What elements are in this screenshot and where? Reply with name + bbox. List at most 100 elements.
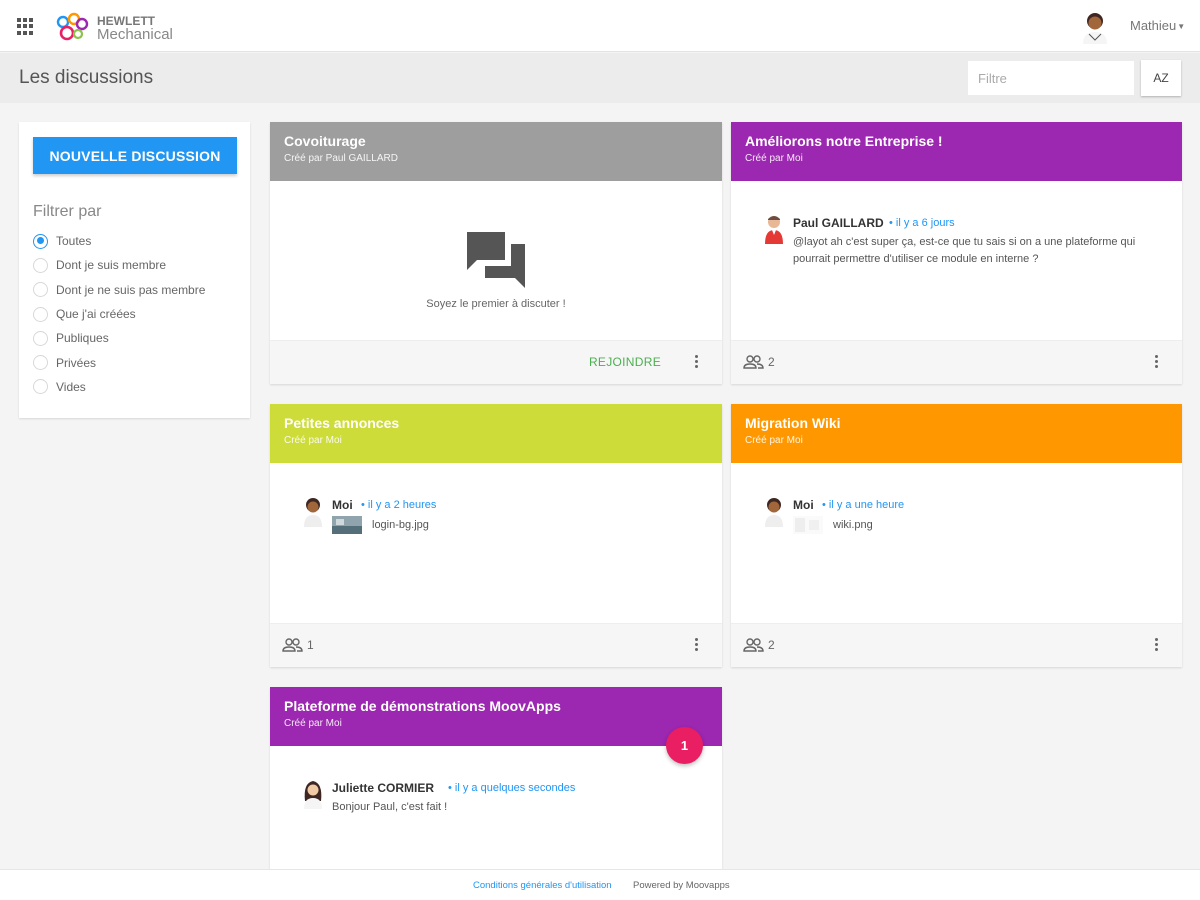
discussion-card-ameliorons[interactable]: Améliorons notre Entreprise ! Créé par M…: [731, 122, 1182, 384]
logo-line2: Mechanical: [97, 25, 173, 43]
filter-option-label: Publiques: [56, 331, 109, 346]
message-time-label: il y a 2 heures: [367, 499, 437, 511]
card-footer: 2: [731, 623, 1182, 667]
discussion-card-plateforme-demo[interactable]: Plateforme de démonstrations MoovApps Cr…: [270, 687, 722, 869]
message-time[interactable]: • il y a 2 heures: [361, 499, 436, 511]
new-discussion-button[interactable]: NOUVELLE DISCUSSION: [33, 137, 237, 174]
members-count-label: 1: [307, 638, 314, 652]
join-button[interactable]: REJOINDRE: [589, 355, 661, 369]
page-footer: Conditions générales d'utilisation Power…: [0, 869, 1200, 900]
caret-down-icon: ▼: [1177, 22, 1186, 31]
page-header: Les discussions AZ: [0, 53, 1200, 103]
attachment-name[interactable]: wiki.png: [833, 519, 873, 531]
message-author: Moi: [332, 498, 353, 512]
company-logo[interactable]: HEWLETT Mechanical: [54, 11, 173, 45]
radio-unchecked-icon[interactable]: [33, 330, 48, 346]
message-text: Bonjour Paul, c'est fait !: [332, 801, 448, 813]
radio-unchecked-icon[interactable]: [33, 306, 48, 322]
members-count-label: 2: [768, 638, 775, 652]
discussion-card-migration-wiki[interactable]: Migration Wiki Créé par Moi Moi • il y a…: [731, 404, 1182, 667]
card-header[interactable]: Migration Wiki Créé par Moi: [731, 404, 1182, 463]
terms-link[interactable]: Conditions générales d'utilisation: [473, 880, 612, 891]
radio-unchecked-icon[interactable]: [33, 355, 48, 371]
radio-unchecked-icon[interactable]: [33, 257, 48, 273]
filter-option-public[interactable]: Publiques: [33, 326, 205, 350]
filter-option-private[interactable]: Privées: [33, 350, 205, 374]
group-icon: [282, 638, 303, 652]
card-subtitle: Créé par Paul GAILLARD: [284, 153, 398, 164]
message-time[interactable]: • il y a une heure: [822, 499, 904, 511]
filter-radio-group: Toutes Dont je suis membre Dont je ne su…: [33, 229, 205, 399]
group-icon: [743, 638, 764, 652]
members-count: 2: [743, 638, 775, 652]
group-icon: [743, 355, 764, 369]
message-author: Moi: [793, 498, 814, 512]
author-avatar: [765, 216, 783, 244]
card-footer: 2: [731, 340, 1182, 384]
card-subtitle: Créé par Moi: [745, 435, 803, 446]
radio-unchecked-icon[interactable]: [33, 379, 48, 395]
card-header[interactable]: Covoiturage Créé par Paul GAILLARD: [270, 122, 722, 181]
top-bar: HEWLETT Mechanical Mathieu▼: [0, 0, 1200, 52]
card-subtitle: Créé par Moi: [284, 435, 342, 446]
logo-line1: HEWLETT: [97, 13, 155, 28]
user-avatar[interactable]: [1080, 10, 1110, 44]
filter-option-label: Que j'ai créées: [56, 307, 136, 322]
card-title: Améliorons notre Entreprise !: [745, 133, 943, 149]
unread-badge[interactable]: 1: [666, 727, 703, 764]
filter-option-created[interactable]: Que j'ai créées: [33, 302, 205, 326]
author-avatar: [765, 498, 783, 527]
members-count: 1: [282, 638, 314, 652]
card-header[interactable]: Améliorons notre Entreprise ! Créé par M…: [731, 122, 1182, 181]
empty-discussion-text: Soyez le premier à discuter !: [426, 298, 566, 310]
chat-bubbles-icon: [467, 232, 525, 288]
members-count: 2: [743, 355, 775, 369]
attachment-name[interactable]: login-bg.jpg: [372, 519, 429, 531]
filter-option-member[interactable]: Dont je suis membre: [33, 253, 205, 277]
message-time-label: il y a une heure: [828, 499, 905, 511]
filter-option-toutes[interactable]: Toutes: [33, 229, 205, 253]
message-time-label: il y a 6 jours: [895, 217, 955, 229]
apps-grid-icon[interactable]: [17, 18, 34, 35]
filter-option-label: Privées: [56, 355, 97, 370]
card-header[interactable]: Petites annonces Créé par Moi: [270, 404, 722, 463]
more-vert-icon[interactable]: [1154, 638, 1158, 652]
discussion-card-covoiturage[interactable]: Covoiturage Créé par Paul GAILLARD Soyez…: [270, 122, 722, 384]
card-title: Covoiturage: [284, 133, 366, 149]
filter-sidebar: NOUVELLE DISCUSSION Filtrer par Toutes D…: [19, 122, 250, 418]
logo-circles-icon: [56, 12, 89, 41]
message-time[interactable]: • il y a 6 jours: [889, 217, 955, 229]
card-title: Petites annonces: [284, 415, 400, 431]
author-avatar: [304, 498, 322, 527]
more-vert-icon[interactable]: [694, 638, 698, 652]
discussion-card-petites-annonces[interactable]: Petites annonces Créé par Moi Moi • il y…: [270, 404, 722, 667]
author-avatar: [304, 781, 322, 809]
card-title: Migration Wiki: [745, 415, 841, 431]
more-vert-icon[interactable]: [1154, 355, 1158, 369]
filter-option-label: Dont je ne suis pas membre: [56, 282, 206, 297]
filter-input[interactable]: [968, 61, 1134, 95]
filter-title: Filtrer par: [33, 203, 102, 220]
message-time[interactable]: • il y a quelques secondes: [448, 782, 575, 794]
radio-unchecked-icon[interactable]: [33, 282, 48, 298]
members-count-label: 2: [768, 355, 775, 369]
message-time-label: il y a quelques secondes: [454, 782, 576, 794]
image-thumbnail-icon[interactable]: [332, 516, 362, 534]
card-header[interactable]: Plateforme de démonstrations MoovApps Cr…: [270, 687, 722, 746]
card-footer: REJOINDRE: [270, 340, 722, 384]
radio-checked-icon[interactable]: [33, 233, 48, 249]
powered-by-text: Powered by Moovapps: [633, 880, 730, 891]
filter-option-label: Dont je suis membre: [56, 258, 167, 273]
message-author: Juliette CORMIER: [332, 781, 435, 795]
card-subtitle: Créé par Moi: [745, 153, 803, 164]
filter-option-not-member[interactable]: Dont je ne suis pas membre: [33, 278, 205, 302]
image-thumbnail-icon[interactable]: [793, 516, 823, 534]
more-vert-icon[interactable]: [694, 355, 698, 369]
message-text: @layot ah c'est super ça, est-ce que tu …: [793, 236, 1136, 265]
sort-az-button[interactable]: AZ: [1141, 60, 1181, 96]
filter-option-label: Vides: [56, 379, 86, 394]
filter-option-label: Toutes: [56, 234, 92, 249]
card-footer: 1: [270, 623, 722, 667]
user-menu[interactable]: Mathieu▼: [1130, 18, 1185, 33]
filter-option-empty[interactable]: Vides: [33, 375, 205, 399]
